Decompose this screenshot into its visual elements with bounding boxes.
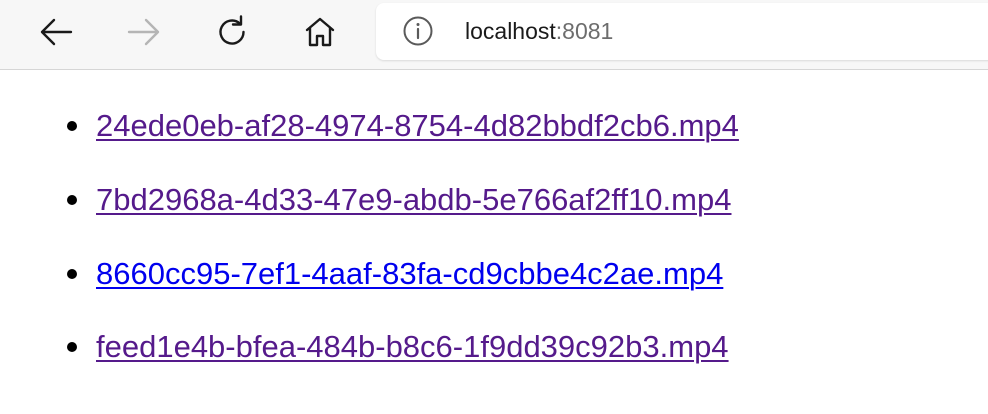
file-link[interactable]: 7bd2968a-4d33-47e9-abdb-5e766af2ff10.mp4 (96, 180, 731, 220)
home-button[interactable] (300, 12, 340, 52)
list-item: feed1e4b-bfea-484b-b8c6-1f9dd39c92b3.mp4 (0, 327, 988, 367)
refresh-button[interactable] (212, 12, 252, 52)
list-item: 7bd2968a-4d33-47e9-abdb-5e766af2ff10.mp4 (0, 180, 988, 220)
list-item: 24ede0eb-af28-4974-8754-4d82bbdf2cb6.mp4 (0, 106, 988, 146)
bullet (67, 121, 77, 131)
browser-toolbar: localhost:8081 (0, 0, 988, 70)
home-icon (305, 17, 335, 47)
url-port: :8081 (555, 18, 614, 44)
refresh-icon (219, 15, 245, 45)
list-item: 8660cc95-7ef1-4aaf-83fa-cd9cbbe4c2ae.mp4 (0, 254, 988, 294)
url-host: localhost (465, 18, 556, 44)
url-text[interactable]: localhost:8081 (465, 17, 613, 45)
arrow-right-icon (127, 18, 160, 46)
bullet (67, 269, 77, 279)
file-link[interactable]: 8660cc95-7ef1-4aaf-83fa-cd9cbbe4c2ae.mp4 (96, 254, 723, 294)
address-bar[interactable]: localhost:8081 (376, 3, 988, 60)
bullet (67, 195, 77, 205)
bullet (67, 342, 77, 352)
info-circle-icon[interactable] (403, 16, 433, 46)
back-button[interactable] (36, 12, 76, 52)
arrow-left-icon (40, 18, 73, 46)
file-link[interactable]: 24ede0eb-af28-4974-8754-4d82bbdf2cb6.mp4 (96, 106, 739, 146)
file-link[interactable]: feed1e4b-bfea-484b-b8c6-1f9dd39c92b3.mp4 (96, 327, 729, 367)
forward-button[interactable] (124, 12, 164, 52)
